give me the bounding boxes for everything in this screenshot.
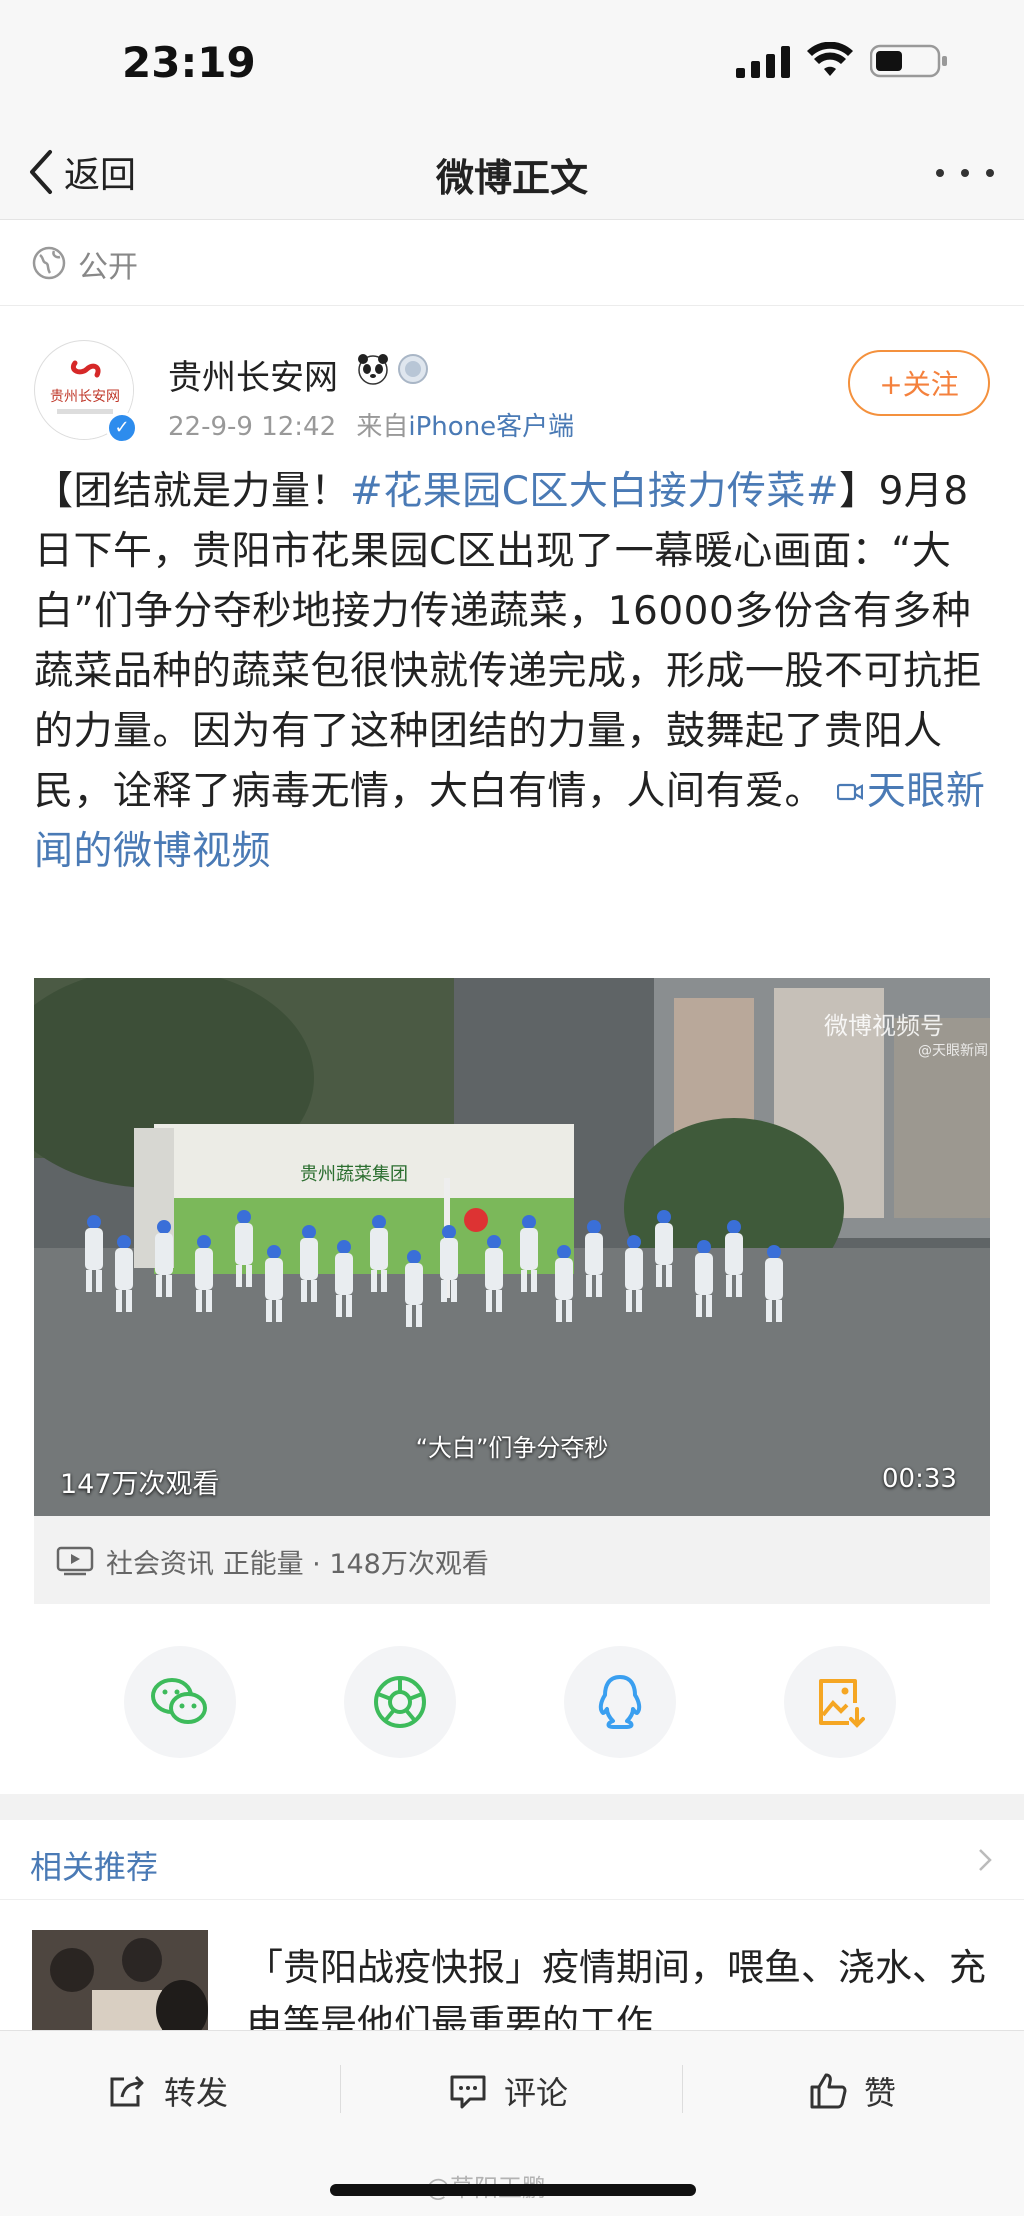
moments-icon	[374, 1676, 426, 1728]
status-time: 23:19	[122, 38, 256, 87]
bar-divider	[682, 2065, 683, 2113]
section-divider	[0, 1794, 1024, 1820]
source-prefix: 来自	[356, 412, 409, 442]
video-caption: “大白”们争分夺秒	[415, 1434, 609, 1462]
repost-button[interactable]: 转发	[108, 2059, 228, 2123]
share-wechat-button[interactable]	[124, 1646, 236, 1758]
comment-label: 评论	[504, 2074, 569, 2112]
nav-bar: 返回 微博正文	[0, 125, 1024, 220]
video-views: 147万次观看	[60, 1469, 220, 1500]
back-button[interactable]: 返回	[26, 143, 136, 201]
related-item[interactable]: 「贵阳战疫快报」疫情期间，喂鱼、浇水、充电等是他们最重要的工作	[0, 1900, 1024, 2050]
visibility-row: 公开	[0, 220, 1024, 306]
save-image-icon	[819, 1679, 865, 1728]
video-player[interactable]: 贵州蔬菜集团 微博视频号 @天眼新闻 “大白”们争分夺秒 147万次观看 00:…	[34, 978, 990, 1516]
post-text: 【团结就是力量！#花果园C区大白接力传菜#】9月8日下午，贵阳市花果园C区出现了…	[34, 462, 994, 882]
post-source[interactable]: iPhone客户端	[408, 412, 574, 442]
video-info-text: 社会资讯 正能量 · 148万次观看	[106, 1549, 489, 1580]
post-meta: 22-9-9 12:42 来自iPhone客户端	[168, 406, 574, 443]
repost-icon	[110, 2075, 144, 2107]
follow-button[interactable]: +关注	[848, 350, 990, 416]
back-label: 返回	[64, 155, 137, 196]
verified-badge-icon: ✓	[106, 412, 138, 444]
comment-icon	[450, 2075, 486, 2109]
hashtag-link[interactable]: #花果园C区大白接力传菜#	[350, 469, 839, 514]
video-link-icon	[836, 783, 864, 801]
cellular-signal-icon	[736, 46, 790, 78]
post-text-segment: 【团结就是力量！	[34, 469, 351, 514]
like-button[interactable]: 赞	[808, 2059, 896, 2123]
post-text-segment: 】9月8日下午，贵阳市花果园C区出现了一幕暖心画面：“大白”们争分夺秒地接力传递…	[34, 469, 983, 814]
share-qq-button[interactable]	[564, 1646, 676, 1758]
author-name[interactable]: 贵州长安网	[168, 350, 338, 399]
like-label: 赞	[864, 2074, 897, 2112]
weibo-post-page: 23:19 返回 微博正文 公开 贵州长安网 ✓ 贵州长安网 22-9-9 12…	[0, 0, 1024, 2216]
save-image-button[interactable]	[784, 1646, 896, 1758]
repost-label: 转发	[164, 2074, 229, 2112]
author-badges	[356, 352, 430, 386]
page-title: 微博正文	[435, 156, 588, 200]
battery-icon	[870, 44, 947, 78]
qq-icon	[598, 1675, 642, 1729]
svg-text:贵州长安网: 贵州长安网	[50, 389, 120, 405]
video-watermark-sub: @天眼新闻	[918, 1043, 988, 1059]
visibility-label: 公开	[78, 250, 138, 285]
svg-text:贵州蔬菜集团: 贵州蔬菜集团	[300, 1164, 408, 1185]
comment-button[interactable]: 评论	[448, 2059, 568, 2123]
related-header[interactable]: 相关推荐	[0, 1820, 1024, 1900]
medal-icon	[398, 354, 428, 384]
video-watermark: 微博视频号	[824, 1012, 944, 1040]
wechat-icon	[151, 1678, 207, 1724]
thumbs-up-icon	[810, 2073, 847, 2109]
post-date: 22-9-9 12:42	[168, 412, 337, 442]
video-info-bar[interactable]: 社会资讯 正能量 · 148万次观看	[34, 1516, 990, 1604]
chevron-right-icon	[979, 1849, 992, 1871]
bar-divider	[340, 2065, 341, 2113]
wifi-icon	[807, 42, 853, 76]
video-play-icon	[56, 1546, 94, 1576]
chevron-left-icon	[30, 150, 52, 194]
panda-icon	[358, 354, 388, 385]
status-bar: 23:19	[0, 0, 1024, 125]
home-indicator[interactable]	[330, 2184, 696, 2196]
share-moments-button[interactable]	[344, 1646, 456, 1758]
globe-icon	[32, 246, 66, 280]
more-options-icon[interactable]	[930, 155, 1000, 191]
video-duration: 00:33	[882, 1464, 957, 1494]
related-title: 相关推荐	[30, 1848, 159, 1886]
